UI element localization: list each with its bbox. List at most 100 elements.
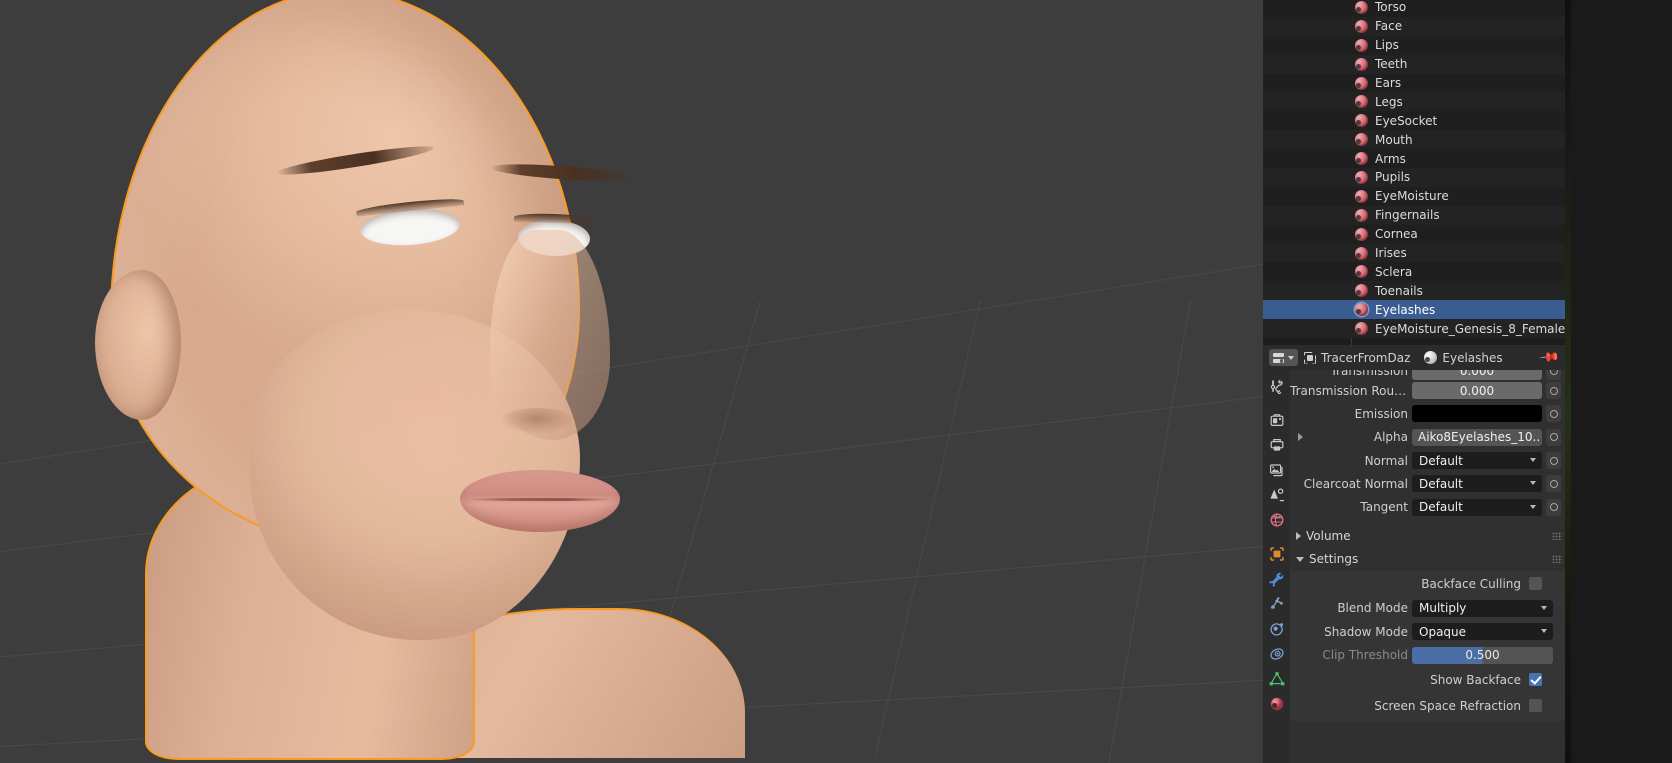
section-volume[interactable]: Volume — [1290, 524, 1565, 548]
material-sphere-icon — [1355, 133, 1368, 147]
tab-view-layer[interactable] — [1265, 458, 1288, 481]
decorator-icon[interactable] — [1546, 382, 1561, 400]
material-sphere-icon — [1355, 208, 1368, 222]
panel-grip[interactable] — [1552, 532, 1562, 541]
outliner-item[interactable]: Legs — [1263, 92, 1565, 112]
outliner-item-eyelashes[interactable]: Eyelashes — [1263, 300, 1565, 320]
clip-threshold-slider[interactable]: 0.500 — [1412, 646, 1553, 664]
decorator-icon[interactable] — [1546, 428, 1561, 446]
tab-material[interactable] — [1265, 692, 1288, 715]
setting-row-screen-space-refraction[interactable]: Screen Space Refraction — [1290, 693, 1565, 719]
color-swatch[interactable] — [1412, 405, 1542, 423]
decorator-icon[interactable] — [1546, 405, 1561, 423]
outliner-item-label: Toenails — [1375, 283, 1423, 298]
outliner-item[interactable]: Mouth — [1263, 130, 1565, 150]
settings-subpanel: Backface Culling Blend Mode Multiply Sha… — [1290, 570, 1565, 721]
outliner-item[interactable]: Sclera — [1263, 262, 1565, 282]
character-model[interactable] — [70, 0, 745, 763]
texture-value[interactable]: Aiko8Eyelashes_10.. — [1412, 428, 1542, 446]
setting-label: Backface Culling — [1421, 576, 1521, 591]
outliner-item[interactable]: Arms — [1263, 149, 1565, 169]
outliner-item[interactable]: Irises — [1263, 243, 1565, 263]
property-row-emission[interactable]: Emission — [1290, 402, 1565, 425]
tab-modifiers[interactable] — [1265, 567, 1288, 590]
outliner-panel[interactable]: Torso Face Lips Teeth Ears Legs EyeSocke… — [1263, 0, 1565, 345]
material-sphere-icon — [1355, 265, 1368, 279]
outliner-item-label: EyeSocket — [1375, 113, 1438, 128]
backface-culling-checkbox[interactable] — [1529, 577, 1542, 591]
outliner-item[interactable]: Pupils — [1263, 168, 1565, 187]
outliner-item[interactable]: EyeMoisture — [1263, 186, 1565, 206]
tab-object[interactable] — [1265, 542, 1288, 565]
property-value[interactable]: 0.000 — [1412, 382, 1542, 400]
material-sphere-icon — [1424, 351, 1438, 364]
decorator-icon[interactable] — [1546, 370, 1561, 380]
decorator-icon[interactable] — [1546, 498, 1561, 516]
outliner-item[interactable]: Cornea — [1263, 224, 1565, 244]
section-settings[interactable]: Settings — [1290, 547, 1565, 571]
property-dropdown[interactable]: Default — [1412, 475, 1542, 493]
outliner-item[interactable]: Teeth — [1263, 54, 1565, 74]
properties-tab-column[interactable] — [1263, 370, 1290, 763]
tab-output[interactable] — [1265, 433, 1288, 456]
material-sphere-icon — [1355, 95, 1368, 109]
editor-type-button[interactable] — [1269, 349, 1298, 366]
property-row-transmission[interactable]: Transmission 0.000 — [1290, 370, 1565, 380]
blender-window: Torso Face Lips Teeth Ears Legs EyeSocke… — [0, 0, 1672, 763]
property-label: Transmission Roughn.. — [1290, 383, 1408, 398]
outliner-item[interactable]: EyeMoisture_Genesis_8_Female_ — [1263, 319, 1565, 339]
outliner-item[interactable]: Lips — [1263, 35, 1565, 55]
property-label: Normal — [1364, 453, 1408, 468]
blend-mode-dropdown[interactable]: Multiply — [1412, 599, 1553, 617]
pin-icon[interactable]: 📌 — [1538, 347, 1560, 369]
material-properties-panel[interactable]: Transmission 0.000 Transmission Roughn..… — [1290, 370, 1565, 763]
decorator-icon[interactable] — [1546, 452, 1561, 470]
property-dropdown[interactable]: Default — [1412, 498, 1542, 516]
outliner-item[interactable]: EyeSocket — [1263, 111, 1565, 131]
outliner-item-label: Ears — [1375, 76, 1402, 90]
grid-line — [1108, 300, 1191, 763]
panel-grip[interactable] — [1552, 555, 1562, 564]
material-sphere-icon — [1355, 19, 1368, 33]
3d-viewport[interactable] — [0, 0, 1263, 763]
setting-row-blend-mode[interactable]: Blend Mode Multiply — [1290, 597, 1565, 620]
tab-physics[interactable] — [1265, 617, 1288, 640]
property-row-transmission-roughness[interactable]: Transmission Roughn.. 0.000 — [1290, 379, 1565, 402]
breadcrumb-material[interactable]: Eyelashes — [1424, 351, 1503, 365]
shadow-mode-dropdown[interactable]: Opaque — [1412, 623, 1553, 641]
property-row-clearcoat-normal[interactable]: Clearcoat Normal Default — [1290, 472, 1565, 495]
setting-row-show-backface[interactable]: Show Backface — [1290, 667, 1565, 693]
tab-particles[interactable] — [1265, 592, 1288, 615]
outliner-item-label: Pupils — [1375, 170, 1411, 185]
property-value[interactable]: 0.000 — [1412, 370, 1542, 380]
expand-triangle-icon[interactable] — [1298, 433, 1303, 442]
property-row-alpha[interactable]: Alpha Aiko8Eyelashes_10.. — [1290, 426, 1565, 449]
model-nostril — [500, 408, 574, 434]
tab-world[interactable] — [1265, 508, 1288, 531]
tab-constraints[interactable] — [1265, 642, 1288, 665]
tab-data[interactable] — [1265, 667, 1288, 690]
decorator-icon[interactable] — [1546, 475, 1561, 493]
tab-scene[interactable] — [1265, 483, 1288, 506]
screen-space-refraction-checkbox[interactable] — [1529, 699, 1542, 713]
material-sphere-icon — [1355, 0, 1368, 14]
breadcrumb-object[interactable]: TracerFromDaz — [1304, 351, 1410, 365]
setting-row-shadow-mode[interactable]: Shadow Mode Opaque — [1290, 620, 1565, 643]
tab-tool[interactable] — [1265, 374, 1288, 397]
property-row-tangent[interactable]: Tangent Default — [1290, 495, 1565, 518]
tab-render[interactable] — [1265, 408, 1288, 431]
show-backface-checkbox[interactable] — [1529, 673, 1542, 687]
setting-row-clip-threshold[interactable]: Clip Threshold 0.500 — [1290, 643, 1565, 666]
material-sphere-icon — [1355, 170, 1368, 184]
outliner-item[interactable]: Torso — [1263, 0, 1565, 17]
setting-row-backface-culling[interactable]: Backface Culling — [1290, 571, 1565, 597]
property-dropdown[interactable]: Default — [1412, 452, 1542, 470]
outliner-item[interactable]: Fingernails — [1263, 205, 1565, 225]
outliner-item[interactable]: Ears — [1263, 73, 1565, 93]
outliner-item[interactable]: Toenails — [1263, 281, 1565, 301]
property-row-normal[interactable]: Normal Default — [1290, 449, 1565, 472]
properties-editor[interactable]: TracerFromDaz Eyelashes 📌 Transmission 0… — [1263, 345, 1565, 763]
outliner-item-label: EyeMoisture — [1375, 189, 1449, 204]
outliner-item-label: Irises — [1375, 246, 1407, 261]
outliner-item[interactable]: Face — [1263, 16, 1565, 36]
